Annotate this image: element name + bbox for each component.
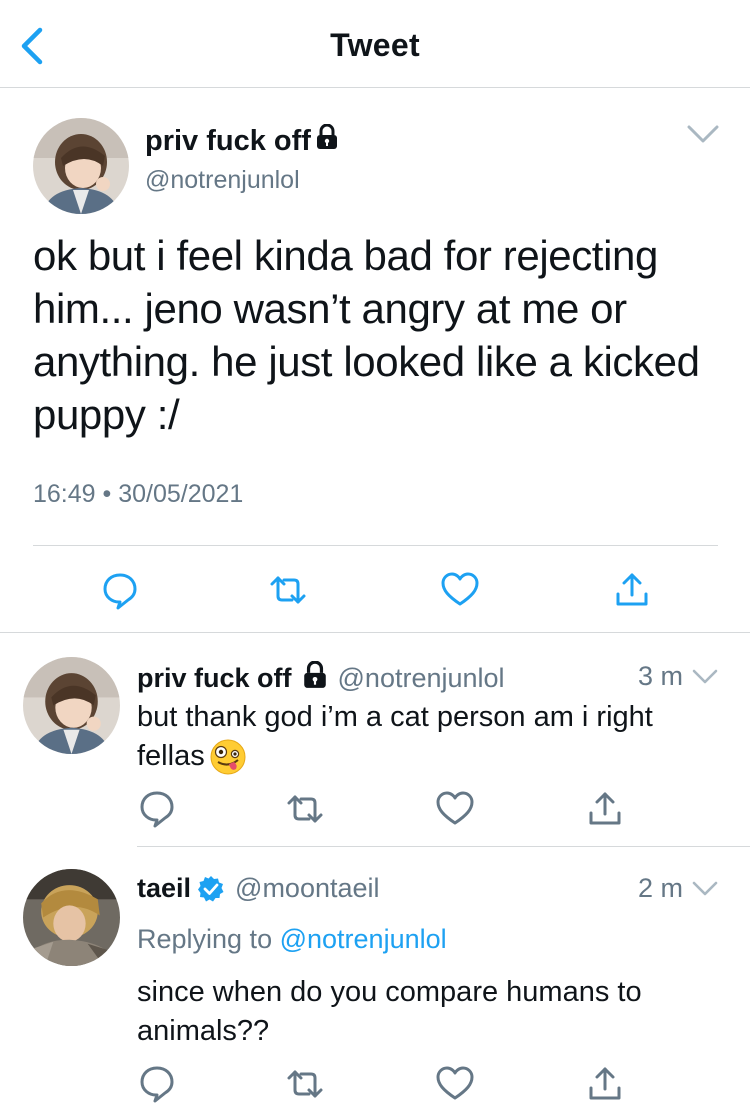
- chevron-down-icon[interactable]: [692, 668, 718, 686]
- retweet-icon[interactable]: [285, 789, 325, 829]
- heart-icon[interactable]: [435, 1064, 475, 1104]
- reply-header: priv fuck off @notrenjunlol: [137, 660, 505, 696]
- retweet-icon[interactable]: [285, 1064, 325, 1104]
- lock-icon: [302, 660, 328, 696]
- replying-to: Replying to @notrenjunlol: [137, 924, 447, 955]
- reply-text: since when do you compare humans to anim…: [137, 976, 642, 1047]
- heart-icon[interactable]: [440, 570, 480, 610]
- display-name-text: priv fuck off: [145, 124, 311, 157]
- display-name[interactable]: taeil: [137, 873, 191, 904]
- share-icon[interactable]: [585, 1064, 625, 1104]
- reply-header: taeil @moontaeil: [137, 873, 380, 904]
- divider: [0, 632, 750, 633]
- page-title: Tweet: [330, 27, 420, 63]
- tweet-text: ok but i feel kinda bad for rejecting hi…: [33, 232, 700, 438]
- lock-icon: [315, 123, 339, 158]
- reply-icon[interactable]: [137, 788, 177, 828]
- tweet-action-bar: [0, 568, 750, 612]
- divider: [137, 846, 750, 847]
- reply-icon[interactable]: [100, 570, 140, 610]
- heart-icon[interactable]: [435, 789, 475, 829]
- avatar[interactable]: [23, 657, 120, 754]
- avatar[interactable]: [23, 869, 120, 966]
- chevron-down-icon[interactable]: [692, 880, 718, 898]
- mention-link[interactable]: @notrenjunlol: [280, 924, 447, 954]
- user-handle[interactable]: @notrenjunlol: [145, 166, 300, 195]
- retweet-icon[interactable]: [268, 570, 308, 610]
- avatar[interactable]: [33, 118, 129, 214]
- verified-badge-icon: [197, 875, 225, 903]
- divider: [33, 545, 718, 546]
- replying-to-label: Replying to: [137, 924, 273, 954]
- reply-icon[interactable]: [137, 1063, 177, 1103]
- chevron-down-icon[interactable]: [686, 122, 720, 146]
- top-bar: Tweet: [0, 0, 750, 88]
- share-icon[interactable]: [612, 570, 652, 610]
- user-handle[interactable]: @moontaeil: [235, 873, 379, 904]
- reply-time: 3 m: [638, 661, 684, 691]
- reply-time: 2 m: [638, 873, 684, 903]
- display-name[interactable]: priv fuck off: [145, 123, 339, 158]
- tweet-timestamp[interactable]: 16:49 • 30/05/2021: [33, 480, 243, 509]
- zany-face-emoji-icon: [209, 738, 247, 776]
- share-icon[interactable]: [585, 789, 625, 829]
- display-name[interactable]: priv fuck off: [137, 663, 292, 694]
- user-handle[interactable]: @notrenjunlol: [338, 663, 505, 694]
- reply-text: but thank god i’m a cat person am i righ…: [137, 698, 717, 776]
